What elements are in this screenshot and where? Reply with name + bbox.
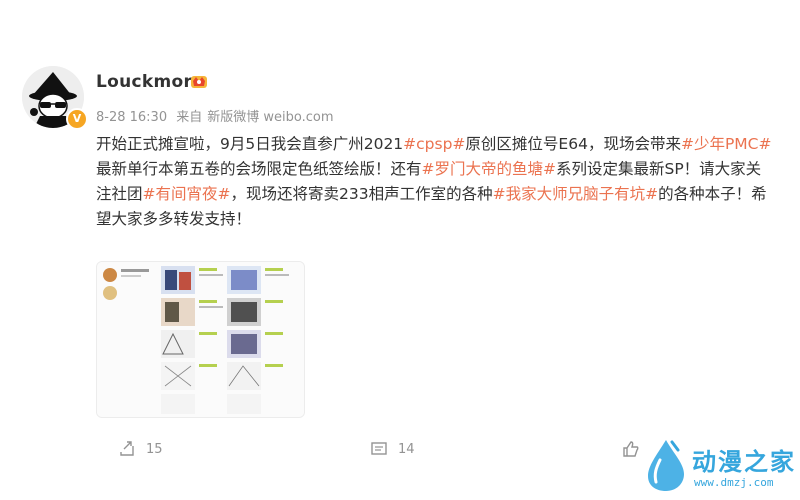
post-meta: 8-28 16:30 来自 新版微博 weibo.com — [96, 106, 339, 125]
post-source[interactable]: 新版微博 weibo.com — [207, 110, 333, 125]
verified-badge: V — [66, 108, 88, 130]
post-image[interactable] — [96, 261, 305, 418]
comment-icon — [371, 442, 387, 455]
post-time[interactable]: 8-28 16:30 — [96, 110, 167, 125]
hashtag-link[interactable]: #少年PMC# — [681, 135, 772, 153]
dmzj-logo-icon — [648, 440, 684, 491]
dmzj-watermark: 动漫之家 www.dmzj.com — [640, 436, 800, 496]
watermark-url: www.dmzj.com — [694, 476, 774, 489]
repost-icon — [120, 441, 134, 456]
crown-badge-icon — [191, 76, 207, 88]
post-content: 开始正式摊宣啦，9月5日我会直参广州2021#cpsp#原创区摊位号E64，现场… — [96, 132, 776, 232]
watermark-title: 动漫之家 — [692, 448, 796, 476]
like-icon — [623, 441, 639, 457]
post-text: ，现场还将寄卖233相声工作室的各种 — [230, 185, 493, 203]
hashtag-link[interactable]: #我家大师兄脑子有坑# — [493, 185, 658, 203]
comment-button[interactable]: 14 — [370, 438, 415, 460]
post-text: 开始正式摊宣啦，9月5日我会直参广州2021 — [96, 135, 404, 153]
hashtag-link[interactable]: #罗门大帝的鱼塘# — [422, 160, 556, 178]
hashtag-link[interactable]: #cpsp# — [403, 135, 465, 153]
repost-button[interactable]: 15 — [118, 438, 163, 460]
post-text: 原创区摊位号E64，现场会带来 — [465, 135, 681, 153]
repost-count: 15 — [146, 441, 163, 457]
image-thumbnail — [97, 262, 304, 417]
post-text: 最新单行本第五卷的会场限定色纸签绘版！还有 — [96, 160, 422, 178]
hashtag-link[interactable]: #有间宵夜# — [143, 185, 231, 203]
author-name[interactable]: Louckmor — [96, 72, 192, 92]
source-prefix: 来自 — [176, 110, 203, 125]
comment-count: 14 — [398, 441, 415, 457]
